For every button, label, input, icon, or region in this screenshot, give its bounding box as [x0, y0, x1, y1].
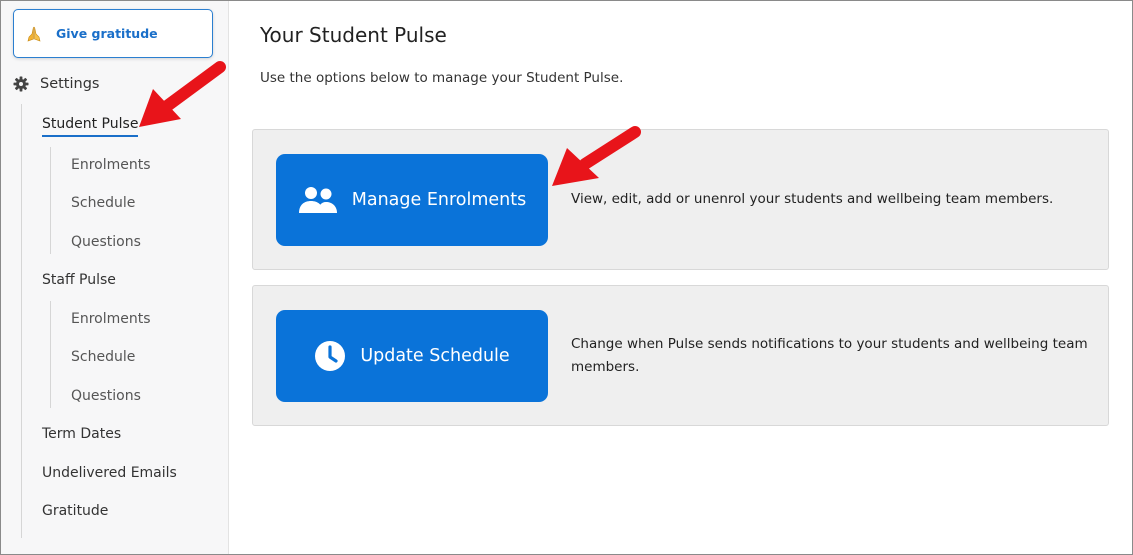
manage-enrolments-card: Manage Enrolments View, edit, add or une…: [252, 129, 1109, 270]
gear-icon: [13, 76, 29, 92]
sidebar-item-undelivered-emails[interactable]: Undelivered Emails: [42, 465, 177, 481]
give-gratitude-label: Give gratitude: [56, 26, 158, 41]
sidebar-item-student-enrolments[interactable]: Enrolments: [71, 157, 151, 173]
sidebar-item-staff-pulse[interactable]: Staff Pulse: [42, 272, 116, 288]
users-icon: [298, 186, 338, 214]
sidebar-item-staff-schedule[interactable]: Schedule: [71, 349, 135, 365]
student-pulse-sub-line: [50, 147, 51, 254]
clock-icon: [314, 340, 346, 372]
sidebar-item-student-questions[interactable]: Questions: [71, 234, 141, 250]
page-description: Use the options below to manage your Stu…: [260, 70, 624, 86]
sidebar-item-staff-questions[interactable]: Questions: [71, 388, 141, 404]
sidebar-item-staff-enrolments[interactable]: Enrolments: [71, 311, 151, 327]
sidebar-item-student-pulse[interactable]: Student Pulse: [42, 116, 139, 137]
update-schedule-button[interactable]: Update Schedule: [276, 310, 548, 402]
update-schedule-description: Change when Pulse sends notifications to…: [571, 336, 1088, 375]
staff-pulse-sub-line: [50, 301, 51, 408]
page-title: Your Student Pulse: [260, 23, 447, 47]
sidebar-item-gratitude[interactable]: Gratitude: [42, 503, 108, 519]
update-schedule-card: Update Schedule Change when Pulse sends …: [252, 285, 1109, 426]
sidebar-item-term-dates[interactable]: Term Dates: [42, 426, 121, 442]
settings-header[interactable]: Settings: [13, 76, 99, 92]
praying-hands-icon: [26, 26, 42, 42]
update-schedule-label: Update Schedule: [360, 346, 510, 366]
settings-label: Settings: [40, 76, 100, 92]
manage-enrolments-button[interactable]: Manage Enrolments: [276, 154, 548, 246]
give-gratitude-button[interactable]: Give gratitude: [13, 9, 213, 58]
nav-tree-line: [21, 104, 22, 538]
manage-enrolments-label: Manage Enrolments: [351, 190, 527, 210]
manage-enrolments-description: View, edit, add or unenrol your students…: [571, 191, 1054, 207]
sidebar-item-student-schedule[interactable]: Schedule: [71, 195, 135, 211]
sidebar: Give gratitude Settings Student Pulse En…: [1, 1, 229, 554]
